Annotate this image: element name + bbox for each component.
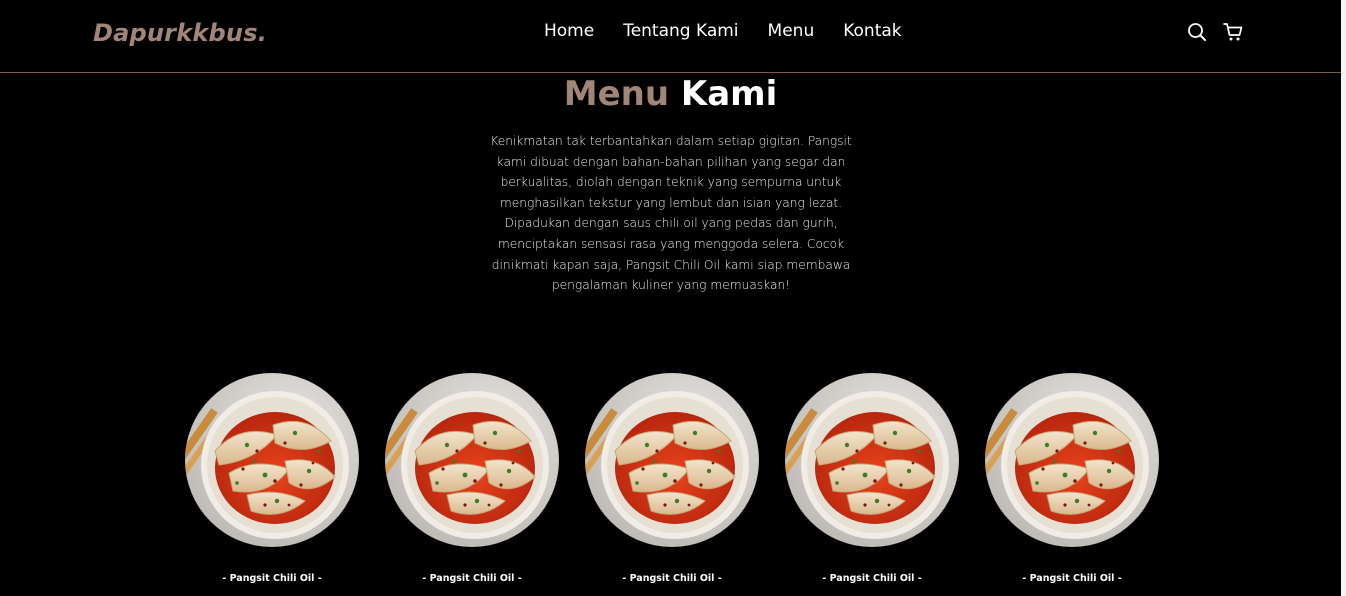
nav-tentang-kami[interactable]: Tentang Kami bbox=[623, 21, 738, 41]
menu-item-name: - Pangsit Chili Oil - bbox=[822, 573, 922, 584]
page-scrollbar[interactable] bbox=[1341, 0, 1346, 596]
nav-menu[interactable]: Menu bbox=[768, 21, 815, 41]
dish-image bbox=[585, 373, 759, 547]
brand-logo[interactable]: Dapurkkbus. bbox=[93, 19, 267, 47]
navbar: Dapurkkbus. Home Tentang Kami Menu Konta… bbox=[0, 0, 1341, 73]
cart-icon[interactable] bbox=[1223, 22, 1243, 42]
nav-icons bbox=[1187, 22, 1243, 42]
menu-cards: - Pangsit Chili Oil - - Pangsit Chili Oi… bbox=[185, 373, 1159, 584]
dish-image bbox=[185, 373, 359, 547]
menu-item-name: - Pangsit Chili Oil - bbox=[622, 573, 722, 584]
menu-item-name: - Pangsit Chili Oil - bbox=[222, 573, 322, 584]
menu-item-name: - Pangsit Chili Oil - bbox=[422, 573, 522, 584]
search-icon[interactable] bbox=[1187, 22, 1207, 42]
section-description: Kenikmatan tak terbantahkan dalam setiap… bbox=[490, 134, 852, 293]
main-nav: Home Tentang Kami Menu Kontak bbox=[544, 21, 902, 41]
menu-item-name: - Pangsit Chili Oil - bbox=[1022, 573, 1122, 584]
nav-kontak[interactable]: Kontak bbox=[843, 21, 901, 41]
menu-card[interactable]: - Pangsit Chili Oil - bbox=[385, 373, 559, 584]
menu-card[interactable]: - Pangsit Chili Oil - bbox=[585, 373, 759, 584]
dish-image bbox=[785, 373, 959, 547]
title-accent: Menu bbox=[563, 74, 670, 114]
menu-card[interactable]: - Pangsit Chili Oil - bbox=[985, 373, 1159, 584]
nav-home[interactable]: Home bbox=[544, 21, 594, 41]
title-main: Kami bbox=[680, 74, 778, 114]
menu-card[interactable]: - Pangsit Chili Oil - bbox=[785, 373, 959, 584]
page: Dapurkkbus. Home Tentang Kami Menu Konta… bbox=[0, 0, 1341, 596]
section-title: Menu Kami bbox=[0, 72, 1341, 116]
dish-image bbox=[385, 373, 559, 547]
dish-image bbox=[985, 373, 1159, 547]
menu-card[interactable]: - Pangsit Chili Oil - bbox=[185, 373, 359, 584]
